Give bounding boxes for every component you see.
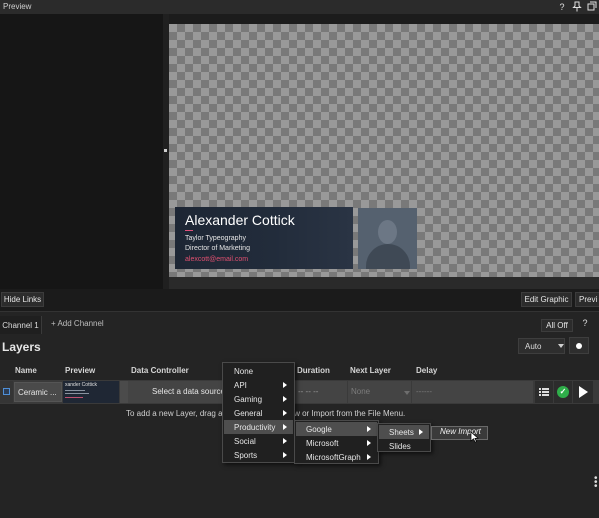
check-icon: ✓ [557,386,569,398]
data-controller-select[interactable]: Select a data source [152,387,225,396]
submenu-arrow-icon [283,438,287,444]
more-options-icon[interactable]: • • • [594,474,598,492]
submenu-arrow-icon [283,396,287,402]
menu-item-slides[interactable]: Slides [379,439,429,453]
menu-item-label: Productivity [234,422,276,432]
chevron-down-icon [404,391,410,395]
layer-list-button[interactable] [535,381,553,403]
all-off-button[interactable]: All Off [541,319,573,332]
menu-item-label: Microsoft [306,438,339,448]
submenu-arrow-icon [283,410,287,416]
lower-third-email: alexcott@email.com [185,256,249,263]
menu-item-label: General [234,408,263,418]
photo-head [378,220,397,244]
menu-item-label: Sheets [389,427,414,437]
play-icon [579,386,588,398]
mouse-cursor-icon [470,431,479,445]
channel-help-icon[interactable]: ? [579,318,591,332]
menu-item-label: MicrosoftGraph [306,452,361,462]
menu-item-social[interactable]: Social [224,434,293,448]
list-icon [539,388,549,396]
name-underline [185,230,193,231]
menu-item-api[interactable]: API [224,378,293,392]
menu-item-label: API [234,380,247,390]
column-header-duration: Duration [297,366,330,375]
add-channel-link[interactable]: + Add Channel [51,319,104,328]
column-header-next-layer: Next Layer [350,366,391,375]
submenu-arrow-icon [367,426,371,432]
menu-item-label: Google [306,424,332,434]
chevron-down-icon [558,344,564,348]
canvas-margin-bottom [169,277,599,289]
preview-button[interactable]: Previ [575,292,599,307]
menu-item-productivity[interactable]: Productivity [224,420,293,434]
submenu-arrow-icon [367,454,371,460]
layer-preview-thumbnail[interactable]: xander Cottick [63,381,119,403]
column-header-preview: Preview [65,366,96,375]
lower-third-role: Director of Marketing [185,245,250,252]
productivity-submenu: Google Microsoft MicrosoftGraph [294,420,379,464]
submenu-arrow-icon [283,452,287,458]
popout-icon[interactable] [586,1,598,13]
edit-graphic-button[interactable]: Edit Graphic [521,292,572,307]
menu-item-general[interactable]: General [224,406,293,420]
google-submenu: Sheets Slides [377,423,431,452]
menu-item-label: Slides [389,441,411,451]
profile-photo [358,208,417,269]
thumbnail-line [65,397,83,398]
layer-name-field[interactable]: Ceramic ... [14,382,62,402]
menu-item-none[interactable]: None [224,364,293,378]
menu-item-sheets[interactable]: Sheets [379,425,429,439]
tab-channel-1[interactable]: Channel 1 [0,316,42,334]
menu-item-label: Social [234,436,256,446]
menu-item-microsoftgraph[interactable]: MicrosoftGraph [296,450,377,464]
splitter-handle[interactable] [164,149,167,152]
pin-icon[interactable] [571,1,583,13]
preview-toolbar [0,289,599,311]
column-header-name: Name [15,366,37,375]
lower-third-card: Alexander Cottick Taylor Typeography Dir… [175,207,353,269]
menu-item-label: Gaming [234,394,263,404]
preview-title: Preview [3,2,32,11]
thumbnail-line [65,390,85,391]
preview-header [0,0,599,14]
submenu-arrow-icon [419,429,423,435]
data-source-menu: None API Gaming General Productivity Soc… [222,362,295,463]
next-layer-value: None [351,387,371,396]
submenu-arrow-icon [283,382,287,388]
layer-mode-select[interactable]: Auto [518,338,565,354]
help-icon[interactable]: ? [556,1,568,13]
menu-item-sports[interactable]: Sports [224,448,293,462]
photo-body [366,244,410,269]
delay-value: ------ [416,387,432,396]
record-button[interactable] [569,337,589,354]
thumbnail-line [65,393,89,394]
duration-value: -- -- -- [298,387,319,396]
layers-title: Layers [2,340,41,354]
lower-third-company: Taylor Typeography [185,235,246,242]
submenu-arrow-icon [283,424,287,430]
row-separator [120,381,128,403]
hide-links-button[interactable]: Hide Links [1,292,44,307]
row-checkbox[interactable] [3,388,10,395]
menu-item-google[interactable]: Google [296,422,377,436]
record-icon [576,342,582,349]
preview-left-panel [0,14,163,289]
column-header-data-controller: Data Controller [131,366,189,375]
layer-mode-value: Auto [525,341,542,351]
menu-item-label: Sports [234,450,258,460]
column-header-delay: Delay [416,366,438,375]
menu-item-label: None [234,366,254,376]
submenu-arrow-icon [367,440,371,446]
menu-item-gaming[interactable]: Gaming [224,392,293,406]
thumbnail-name: xander Cottick [65,382,97,388]
menu-item-microsoft[interactable]: Microsoft [296,436,377,450]
canvas-margin [169,14,599,24]
lower-third-name: Alexander Cottick [185,212,295,228]
